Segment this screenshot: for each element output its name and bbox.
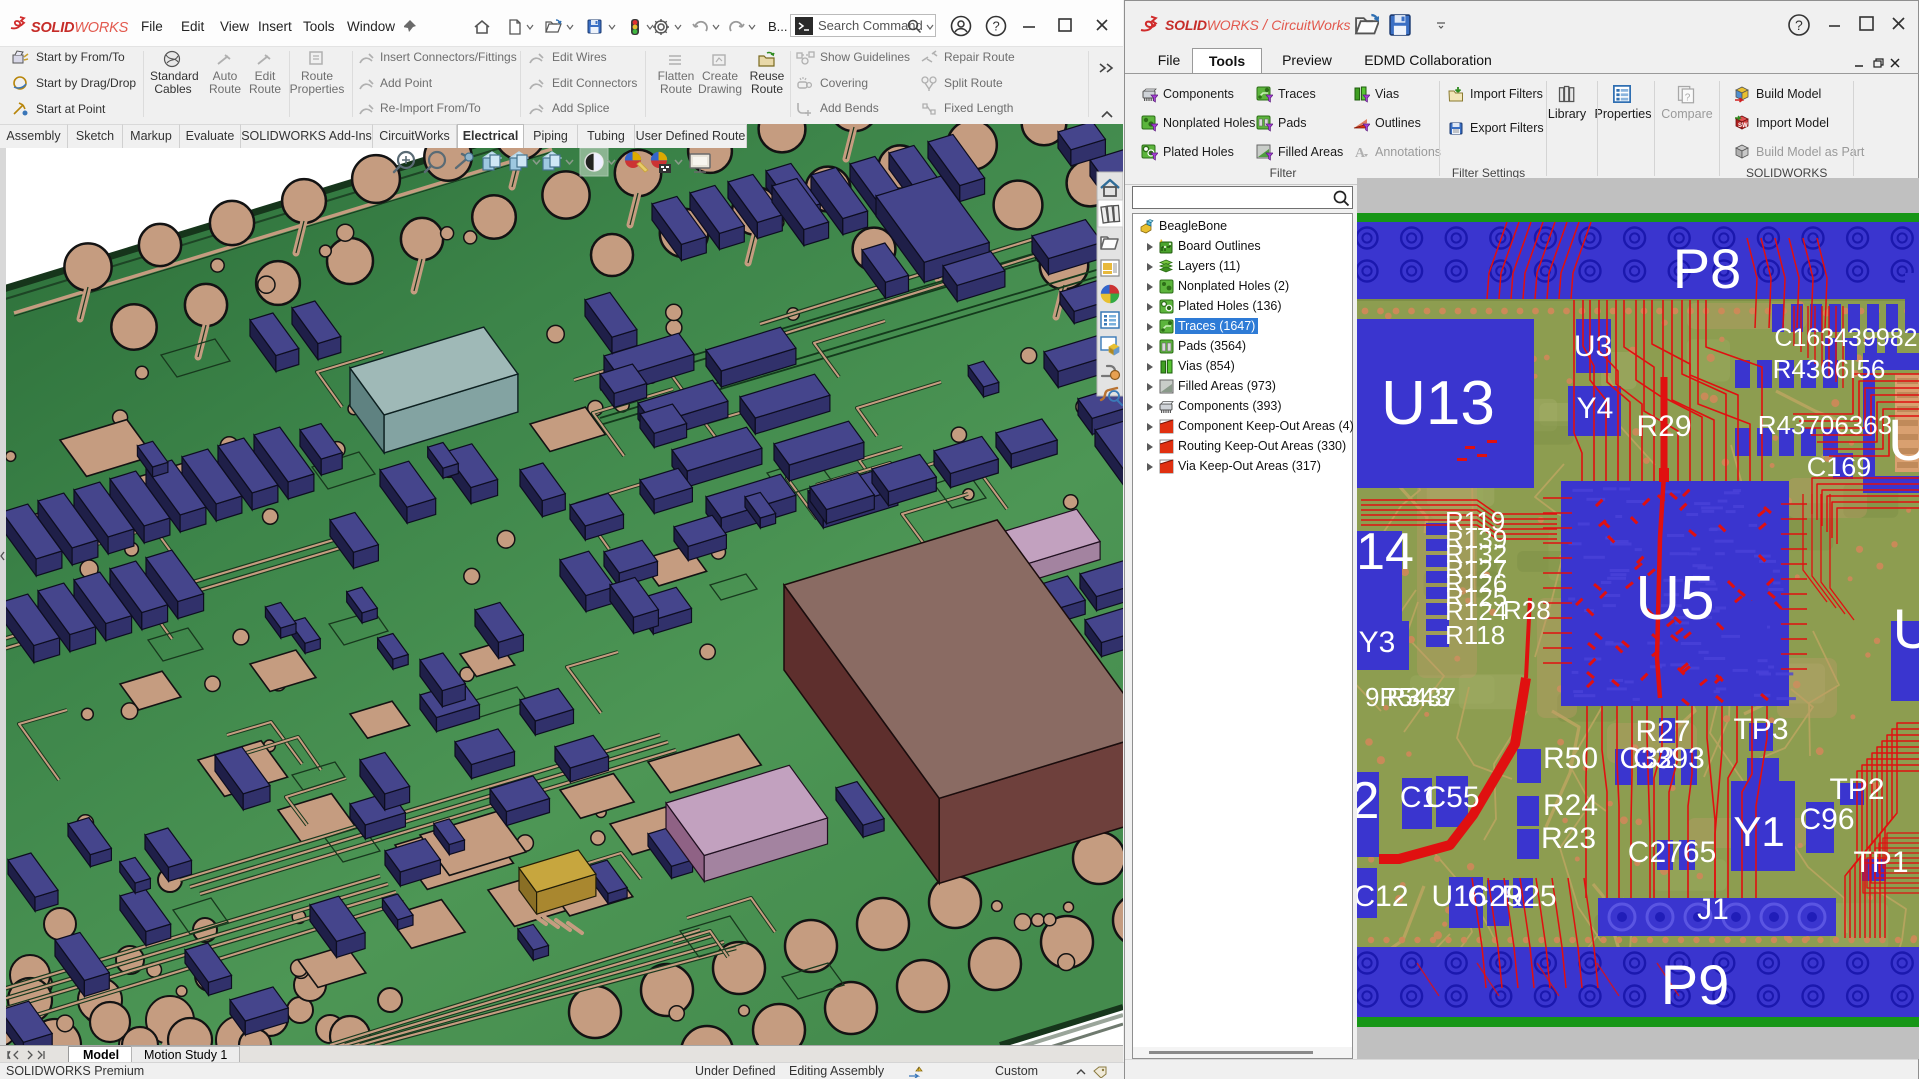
svg-text:TP2: TP2 <box>1829 773 1884 806</box>
svg-text:C96: C96 <box>1799 803 1854 836</box>
svg-text:R24: R24 <box>1543 789 1598 822</box>
svg-text:14: 14 <box>1357 523 1414 581</box>
svg-text:C12: C12 <box>1357 880 1409 913</box>
svg-text:P9: P9 <box>1661 953 1730 1016</box>
svg-text:!: ! <box>918 1068 919 1074</box>
svg-text:J1: J1 <box>1697 893 1729 926</box>
svg-text:C55: C55 <box>1424 781 1479 814</box>
svg-text:TP1: TP1 <box>1853 846 1908 879</box>
svg-text:2: 2 <box>1357 772 1379 830</box>
svg-text:R50: R50 <box>1543 742 1598 775</box>
svg-text:R343: R343 <box>1387 682 1449 712</box>
svg-text:C169: C169 <box>1807 452 1872 482</box>
svg-text:?: ? <box>1795 17 1803 33</box>
svg-text:U: U <box>1893 597 1919 660</box>
svg-text:Y3: Y3 <box>1359 626 1396 659</box>
svg-text:R29: R29 <box>1636 410 1691 443</box>
svg-text:C2765: C2765 <box>1628 836 1716 869</box>
svg-text:U5: U5 <box>1635 564 1714 633</box>
svg-text:C163439982: C163439982 <box>1774 324 1917 352</box>
svg-text:TP3: TP3 <box>1733 713 1788 746</box>
svg-text:?: ? <box>993 19 1000 34</box>
svg-text:R23: R23 <box>1541 822 1596 855</box>
svg-text:Y1: Y1 <box>1733 808 1784 855</box>
svg-text:R4366I56: R4366I56 <box>1773 354 1886 384</box>
svg-text:?: ? <box>1685 92 1691 103</box>
svg-text:R118: R118 <box>1445 620 1505 650</box>
svg-text:R25: R25 <box>1501 880 1556 913</box>
svg-text:R27: R27 <box>1635 715 1690 748</box>
svg-text:P8: P8 <box>1673 237 1742 300</box>
svg-text:U3: U3 <box>1574 330 1612 363</box>
svg-text:A: A <box>1355 146 1366 161</box>
svg-text:U: U <box>1888 408 1919 473</box>
svg-text:R43706363: R43706363 <box>1758 410 1892 440</box>
svg-text:U13: U13 <box>1381 369 1495 438</box>
svg-text:R28: R28 <box>1503 595 1551 625</box>
svg-text:Y4: Y4 <box>1577 392 1614 425</box>
svg-text:SW: SW <box>1738 123 1748 129</box>
